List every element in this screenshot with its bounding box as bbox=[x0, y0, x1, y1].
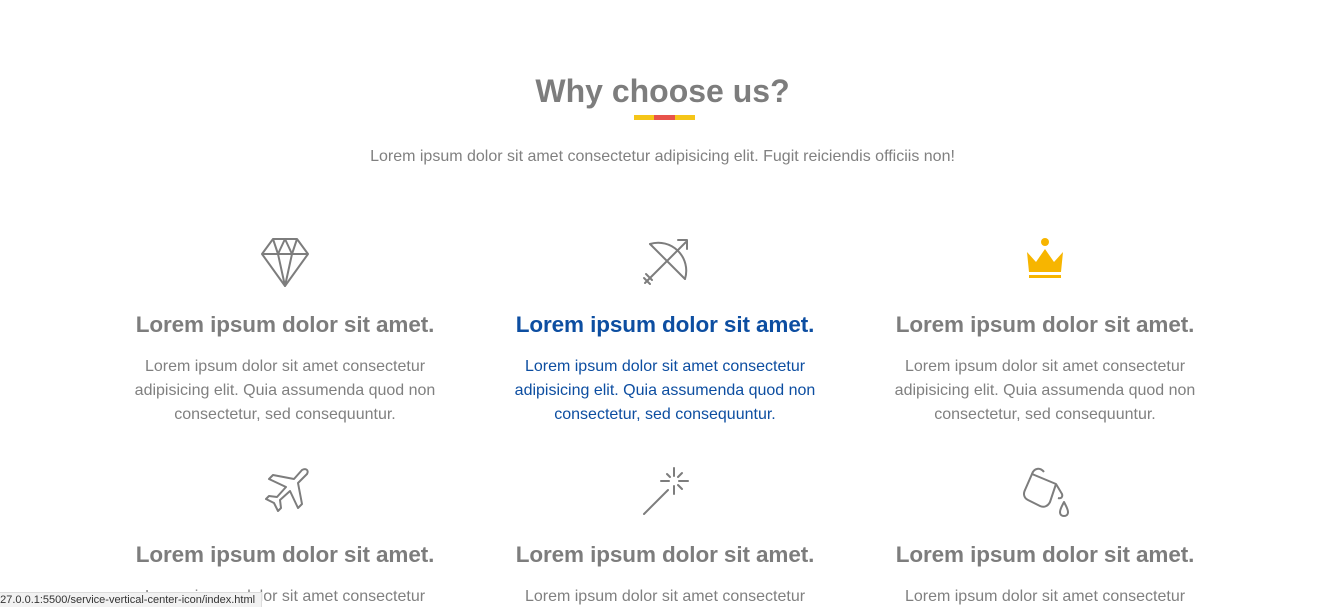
section-intro: Lorem ipsum dolor sit amet consectetur a… bbox=[370, 148, 955, 165]
underline-segment-left bbox=[634, 115, 654, 120]
magic-wand-icon bbox=[643, 467, 689, 515]
feature-text: Lorem ipsum dolor sit amet consectetur a… bbox=[894, 358, 1196, 423]
feature-title: Lorem ipsum dolor sit amet. bbox=[135, 542, 435, 567]
feature-title: Lorem ipsum dolor sit amet. bbox=[135, 312, 435, 337]
feature-card-wand[interactable]: Lorem ipsum dolor sit amet. Lorem ipsum … bbox=[485, 464, 845, 609]
airplane-icon bbox=[265, 468, 309, 512]
section-title: Why choose us? bbox=[535, 73, 790, 109]
feature-title: Lorem ipsum dolor sit amet. bbox=[895, 312, 1195, 337]
feature-title: Lorem ipsum dolor sit amet. bbox=[515, 312, 815, 337]
feature-text: Lorem ipsum dolor sit amet consectetur bbox=[904, 588, 1186, 605]
feature-card-airplane[interactable]: Lorem ipsum dolor sit amet. Lorem ipsum … bbox=[105, 464, 465, 609]
underline-segment-right bbox=[675, 115, 695, 120]
title-underline bbox=[634, 115, 695, 120]
feature-title: Lorem ipsum dolor sit amet. bbox=[515, 542, 815, 567]
status-bar-url: 127.0.0.1:5500/service-vertical-center-i… bbox=[0, 592, 263, 607]
underline-segment-middle bbox=[654, 115, 675, 120]
feature-card-diamond[interactable]: Lorem ipsum dolor sit amet. Lorem ipsum … bbox=[105, 234, 465, 427]
crown-icon bbox=[1027, 238, 1063, 278]
feature-card-crown[interactable]: Lorem ipsum dolor sit amet. Lorem ipsum … bbox=[865, 234, 1225, 427]
bow-arrow-icon bbox=[643, 239, 688, 285]
feature-title: Lorem ipsum dolor sit amet. bbox=[895, 542, 1195, 567]
feature-text: Lorem ipsum dolor sit amet consectetur bbox=[524, 588, 806, 605]
feature-text: Lorem ipsum dolor sit amet consectetur a… bbox=[514, 358, 816, 423]
paint-bucket-icon bbox=[1023, 467, 1069, 517]
feature-text: Lorem ipsum dolor sit amet consectetur a… bbox=[134, 358, 436, 423]
feature-card-paint-bucket[interactable]: Lorem ipsum dolor sit amet. Lorem ipsum … bbox=[865, 464, 1225, 609]
diamond-icon bbox=[261, 238, 309, 287]
feature-card-bow[interactable]: Lorem ipsum dolor sit amet. Lorem ipsum … bbox=[485, 234, 845, 427]
